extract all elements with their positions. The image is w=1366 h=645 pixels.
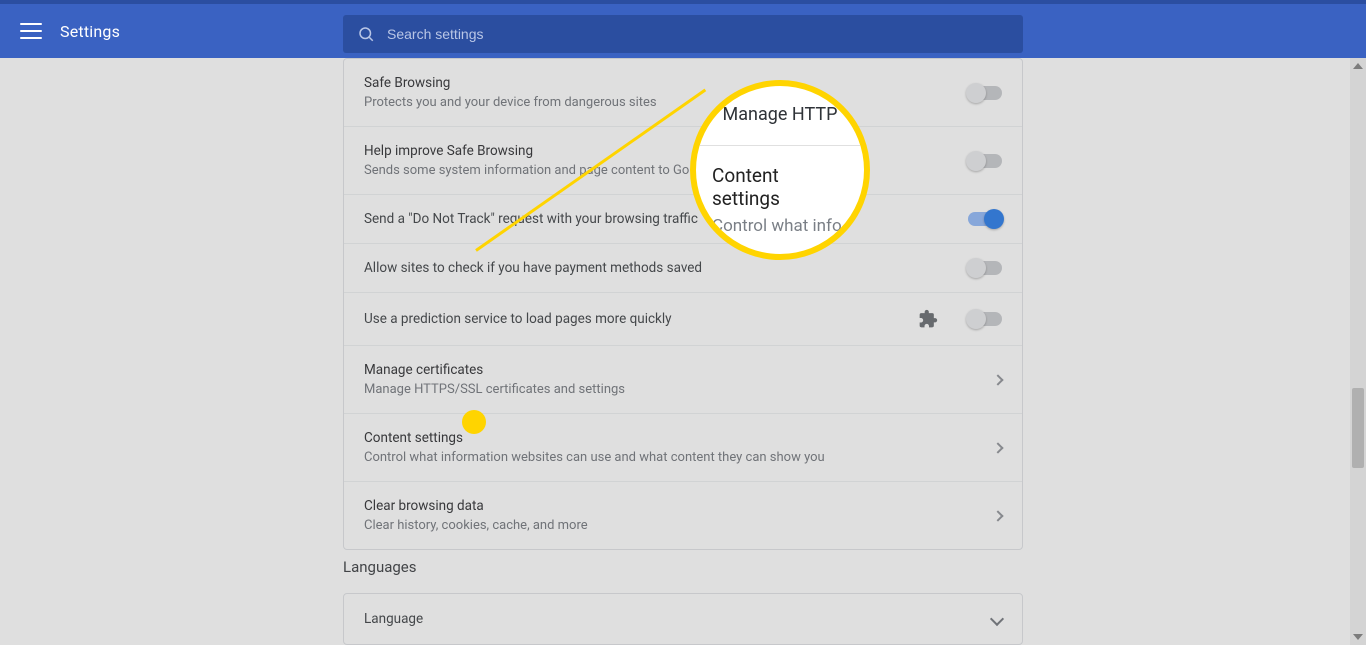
app-header: Settings <box>0 0 1366 58</box>
triangle-down-icon <box>1353 634 1363 640</box>
chevron-right-icon <box>992 510 1003 521</box>
triangle-up-icon <box>1353 63 1363 69</box>
callout-anchor-dot <box>462 410 486 434</box>
toggle-prediction[interactable] <box>968 312 1002 326</box>
app-title: Settings <box>60 22 120 41</box>
row-label: Language <box>364 611 423 627</box>
privacy-settings-card: Safe Browsing Protects you and your devi… <box>343 58 1023 550</box>
row-label: Allow sites to check if you have payment… <box>364 260 928 276</box>
chevron-right-icon <box>992 374 1003 385</box>
callout-title: Content settings <box>712 164 848 210</box>
callout-pretext: Manage HTTP <box>712 104 848 125</box>
extension-icon <box>918 309 938 329</box>
row-clear-data[interactable]: Clear browsing data Clear history, cooki… <box>344 482 1022 549</box>
row-help-improve[interactable]: Help improve Safe Browsing Sends some sy… <box>344 127 1022 195</box>
row-do-not-track[interactable]: Send a "Do Not Track" request with your … <box>344 195 1022 244</box>
toggle-help-improve[interactable] <box>968 154 1002 168</box>
search-input[interactable] <box>387 26 1009 42</box>
row-safe-browsing[interactable]: Safe Browsing Protects you and your devi… <box>344 59 1022 127</box>
row-prediction[interactable]: Use a prediction service to load pages m… <box>344 293 1022 346</box>
row-sublabel: Clear history, cookies, cache, and more <box>364 518 954 533</box>
scroll-thumb[interactable] <box>1352 388 1364 468</box>
callout-magnifier: Manage HTTP Content settings Control wha… <box>690 80 870 260</box>
toggle-do-not-track[interactable] <box>968 212 1002 226</box>
search-box[interactable] <box>343 15 1023 53</box>
row-label: Manage certificates <box>364 362 954 378</box>
chevron-right-icon <box>992 442 1003 453</box>
row-label: Content settings <box>364 430 954 446</box>
row-language[interactable]: Language <box>343 593 1023 645</box>
section-heading-languages: Languages <box>343 558 1023 576</box>
scroll-up-button[interactable] <box>1350 58 1366 74</box>
menu-icon[interactable] <box>20 23 42 39</box>
row-content-settings[interactable]: Content settings Control what informatio… <box>344 414 1022 482</box>
toggle-payment[interactable] <box>968 261 1002 275</box>
row-label: Clear browsing data <box>364 498 954 514</box>
row-sublabel: Manage HTTPS/SSL certificates and settin… <box>364 382 954 397</box>
row-label: Safe Browsing <box>364 75 928 91</box>
row-label: Use a prediction service to load pages m… <box>364 311 878 327</box>
callout-sub: Control what info <box>712 216 848 236</box>
chevron-down-icon <box>990 612 1004 626</box>
search-icon <box>357 25 375 43</box>
toggle-safe-browsing[interactable] <box>968 86 1002 100</box>
row-manage-certs[interactable]: Manage certificates Manage HTTPS/SSL cer… <box>344 346 1022 414</box>
row-sublabel: Control what information websites can us… <box>364 450 954 465</box>
row-payment[interactable]: Allow sites to check if you have payment… <box>344 244 1022 293</box>
vertical-scrollbar[interactable] <box>1350 58 1366 645</box>
scroll-down-button[interactable] <box>1350 629 1366 645</box>
